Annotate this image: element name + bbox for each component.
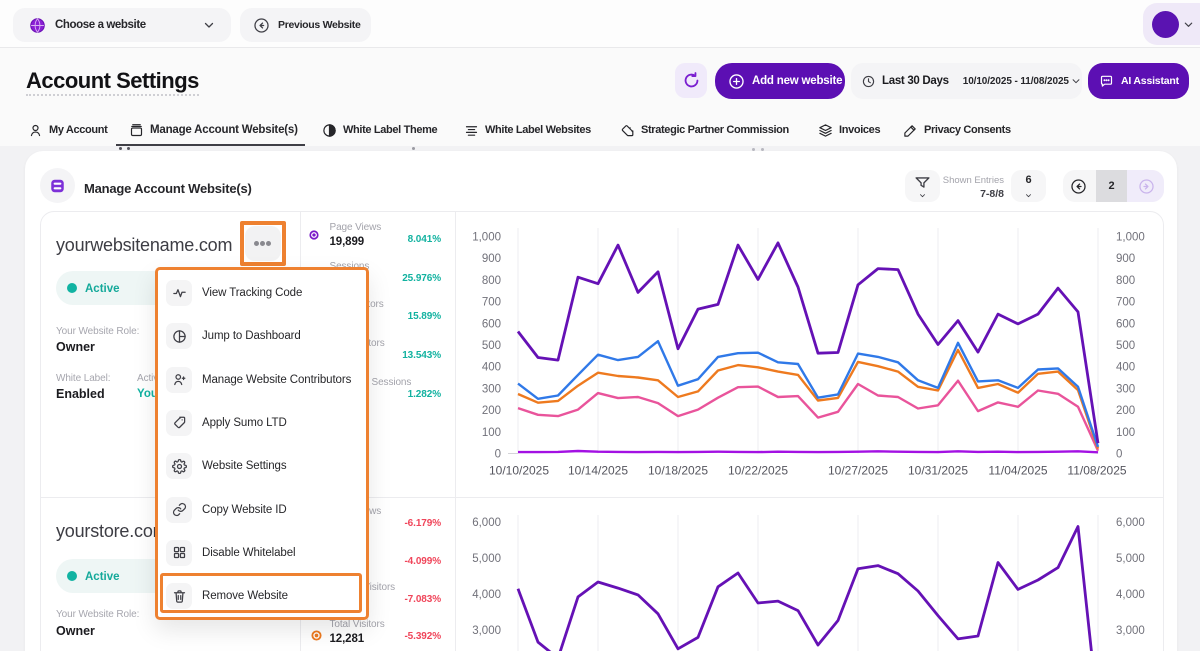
svg-text:3,000: 3,000: [472, 625, 501, 637]
svg-text:400: 400: [482, 362, 501, 374]
svg-text:100: 100: [482, 427, 501, 439]
svg-text:300: 300: [1116, 383, 1135, 395]
svg-text:4,000: 4,000: [472, 589, 501, 601]
svg-text:800: 800: [1116, 275, 1135, 287]
svg-text:5,000: 5,000: [1116, 553, 1145, 565]
svg-text:1,000: 1,000: [1116, 232, 1145, 244]
svg-text:6,000: 6,000: [472, 517, 501, 529]
svg-text:400: 400: [1116, 362, 1135, 374]
svg-text:0: 0: [495, 449, 501, 461]
svg-text:500: 500: [482, 340, 501, 352]
svg-text:600: 600: [1116, 318, 1135, 330]
svg-text:3,000: 3,000: [1116, 625, 1145, 637]
svg-text:6,000: 6,000: [1116, 517, 1145, 529]
svg-text:700: 700: [1116, 297, 1135, 309]
svg-text:11/08/2025: 11/08/2025: [1067, 463, 1126, 477]
svg-text:200: 200: [482, 405, 501, 417]
svg-text:10/14/2025: 10/14/2025: [568, 463, 628, 477]
svg-text:11/04/2025: 11/04/2025: [988, 463, 1047, 477]
svg-text:900: 900: [1116, 253, 1135, 265]
svg-text:10/18/2025: 10/18/2025: [648, 463, 708, 477]
svg-text:600: 600: [482, 318, 501, 330]
svg-text:5,000: 5,000: [472, 553, 501, 565]
svg-text:900: 900: [482, 253, 501, 265]
svg-text:300: 300: [482, 383, 501, 395]
svg-text:200: 200: [1116, 405, 1135, 417]
svg-text:0: 0: [1116, 449, 1122, 461]
svg-text:10/22/2025: 10/22/2025: [728, 463, 788, 477]
svg-text:800: 800: [482, 275, 501, 287]
svg-text:500: 500: [1116, 340, 1135, 352]
svg-text:700: 700: [482, 297, 501, 309]
svg-text:100: 100: [1116, 427, 1135, 439]
svg-text:10/10/2025: 10/10/2025: [489, 463, 549, 477]
svg-text:4,000: 4,000: [1116, 589, 1145, 601]
svg-text:10/31/2025: 10/31/2025: [908, 463, 968, 477]
svg-text:1,000: 1,000: [472, 232, 501, 244]
svg-text:10/27/2025: 10/27/2025: [828, 463, 888, 477]
